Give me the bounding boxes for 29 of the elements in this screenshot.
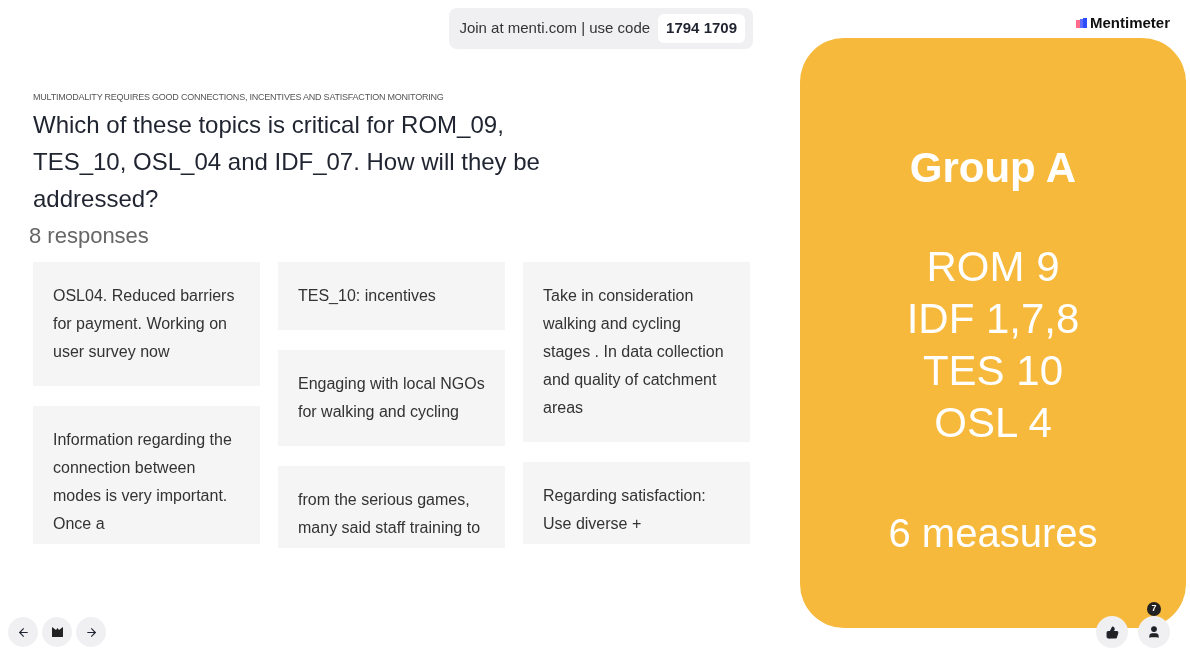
group-title: Group A (909, 143, 1077, 193)
brand-logo-icon (1075, 18, 1087, 28)
audience-button[interactable] (1138, 616, 1170, 648)
response-text: TES_10: incentives (298, 286, 437, 306)
response-text: from the serious games, many said staff training to (298, 490, 482, 538)
menu-button[interactable] (42, 617, 72, 647)
group-member: ROM 9 (926, 242, 1060, 292)
next-button[interactable] (76, 617, 106, 647)
thumbs-up-icon (1105, 625, 1119, 639)
response-count: 8 responses (29, 222, 150, 250)
logo-mark-icon (51, 627, 63, 637)
measures-count: 6 measures (888, 510, 1098, 557)
response-text: Engaging with local NGOs for walking and cycling (298, 374, 485, 422)
person-icon (1147, 625, 1161, 639)
group-member: OSL 4 (934, 398, 1052, 448)
response-text: Take in consideration walking and cycling stages . In data collection and quality of catchment areas (543, 286, 725, 418)
response-text: Information regarding the connection between modes is very important. Once a (53, 430, 233, 534)
response-text: OSL04. Reduced barriers for payment. Working on user survey now (53, 286, 236, 362)
response-text: Regarding satisfaction: Use diverse + (543, 486, 707, 534)
slide-subtitle: MULTIMODALITY REQUIRES GOOD CONNECTIONS, INCENTIVES AND SATISFACTION MONITORING (33, 90, 445, 104)
reaction-button[interactable] (1096, 616, 1128, 648)
question-title: Which of these topics is critical for ROM_09, TES_10, OSL_04 and IDF_07. How will they be addressed? (33, 110, 541, 214)
arrow-left-icon (16, 625, 30, 639)
group-member: IDF 1,7,8 (906, 294, 1080, 344)
group-member: TES 10 (922, 346, 1064, 396)
brand-name: Mentimeter (1089, 12, 1170, 33)
join-code: 1794 1709 (658, 14, 745, 43)
join-instructions: Join at menti.com | use code (459, 18, 651, 38)
arrow-right-icon (84, 625, 98, 639)
